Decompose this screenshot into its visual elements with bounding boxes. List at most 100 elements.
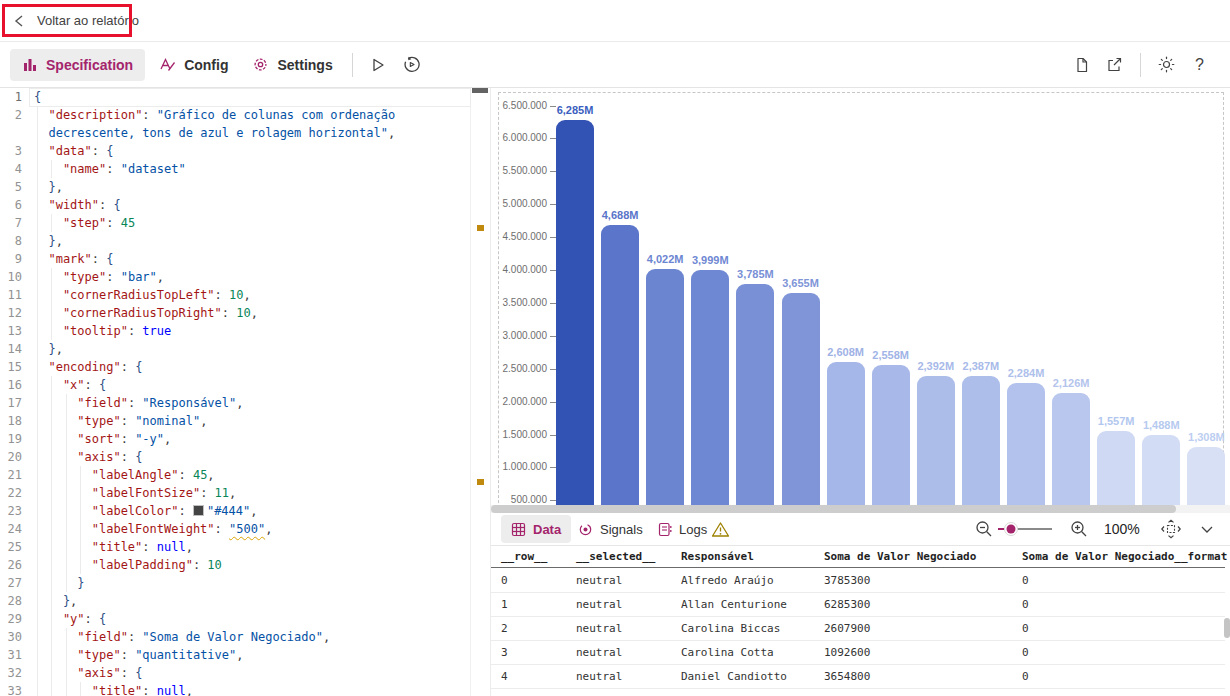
code-text: "type": "nominal", — [34, 412, 207, 430]
tab-data-label: Data — [533, 522, 561, 537]
zoom-slider-icon — [997, 519, 1053, 539]
chart-bar[interactable] — [782, 293, 820, 505]
code-text: "labelFontWeight": "500", — [34, 520, 272, 538]
code-row: 9"mark": { — [0, 250, 490, 268]
code-text: "field": "Soma de Valor Negociado", — [34, 628, 330, 646]
tab-specification[interactable]: Specification — [10, 49, 145, 81]
sun-icon — [1158, 56, 1175, 73]
zoom-out-button[interactable] — [974, 515, 994, 543]
apply-button[interactable] — [362, 49, 395, 81]
tab-logs-label: Logs — [679, 522, 707, 537]
table-row: 3neutralCarolina Cotta10926000 — [491, 640, 1225, 665]
code-text: "sort": "-y", — [34, 430, 171, 448]
bar-value-label: 3,655M — [771, 277, 831, 289]
table-cell: 1092600 — [824, 640, 870, 664]
code-row: 24"labelFontWeight": "500", — [0, 520, 490, 538]
table-cell: Allan Centurione — [681, 592, 787, 616]
bar-value-label: 1,488M — [1131, 419, 1191, 431]
code-text: "axis": { — [34, 448, 142, 466]
zoom-slider[interactable] — [997, 515, 1053, 543]
calligraphy-pen-icon — [159, 56, 176, 73]
y-axis-tick-label: 3.500.000 — [495, 297, 547, 308]
line-number: 7 — [0, 214, 22, 232]
debug-tabbar: Data Signals Logs — [491, 513, 1230, 546]
chart-hscrollbar-track[interactable] — [491, 505, 1230, 513]
code-text: "tooltip": true — [34, 322, 171, 340]
code-text: "labelPadding": 10 — [34, 556, 222, 574]
help-button[interactable]: ? — [1183, 49, 1216, 81]
code-text: "axis": { — [34, 664, 142, 682]
chart-bar[interactable] — [1142, 435, 1180, 505]
line-number: 1 — [0, 88, 22, 106]
y-axis-tick-label: 4.500.000 — [495, 231, 547, 242]
tab-signals[interactable]: Signals — [578, 515, 643, 543]
code-row: 15"encoding": { — [0, 358, 490, 376]
fit-to-view-button[interactable] — [1159, 515, 1183, 543]
code-row: 5}, — [0, 178, 490, 196]
table-cell: 0 — [1022, 664, 1029, 688]
code-row: 7 "step": 45 — [0, 214, 490, 232]
zoom-in-button[interactable] — [1069, 515, 1089, 543]
tab-signals-label: Signals — [600, 522, 643, 537]
code-text: "type": "quantitative", — [34, 646, 244, 664]
line-number: 23 — [0, 502, 22, 520]
line-number: 14 — [0, 340, 22, 358]
chart-bar[interactable] — [691, 270, 729, 505]
code-row: 29"y": { — [0, 610, 490, 628]
code-text: "step": 45 — [34, 214, 135, 232]
chart-bar[interactable] — [962, 376, 1000, 505]
code-text: }, — [34, 592, 77, 610]
new-specification-button[interactable] — [1065, 49, 1098, 81]
table-cell: 3654800 — [824, 664, 870, 688]
chart-bar[interactable] — [1052, 393, 1090, 505]
line-number: 20 — [0, 448, 22, 466]
chart-bar[interactable] — [827, 362, 865, 505]
zoom-level-value: 100% — [1104, 521, 1140, 537]
chart-bar[interactable] — [872, 365, 910, 505]
line-number: 5 — [0, 178, 22, 196]
code-row: 2"description": "Gráfico de colunas com … — [0, 106, 490, 124]
code-row: 22"labelFontSize": 11, — [0, 484, 490, 502]
chart-hscrollbar-thumb[interactable] — [491, 505, 1176, 513]
table-cell: 3785300 — [824, 568, 870, 592]
table-cell: 2607900 — [824, 616, 870, 640]
table-cell: neutral — [576, 616, 622, 640]
code-row: 10"type": "bar", — [0, 268, 490, 286]
line-number: 18 — [0, 412, 22, 430]
chart-bar[interactable] — [1007, 383, 1045, 505]
chart-bar[interactable] — [556, 120, 594, 505]
line-number: 19 — [0, 430, 22, 448]
tab-config[interactable]: Config — [149, 49, 238, 81]
json-code-editor[interactable]: 1{2"description": "Gráfico de colunas co… — [0, 88, 490, 696]
auto-apply-button[interactable] — [395, 49, 428, 81]
chart-bar[interactable] — [917, 376, 955, 505]
zoom-out-icon — [974, 519, 994, 539]
tab-settings[interactable]: Settings — [242, 49, 342, 81]
chart-bar[interactable] — [1187, 447, 1225, 505]
code-row: 28}, — [0, 592, 490, 610]
theme-toggle-button[interactable] — [1150, 49, 1183, 81]
table-cell: neutral — [576, 664, 622, 688]
collapse-panel-button[interactable] — [1199, 515, 1215, 543]
tab-logs[interactable]: Logs — [658, 515, 707, 543]
chart-bar[interactable] — [736, 284, 774, 505]
line-number: 13 — [0, 322, 22, 340]
chart-bar[interactable] — [601, 225, 639, 505]
y-axis-tick-label: 5.000.000 — [495, 198, 547, 209]
toolbar-separator-2 — [1140, 53, 1141, 77]
line-number: 10 — [0, 268, 22, 286]
export-button[interactable] — [1098, 49, 1131, 81]
table-cell: 2 — [501, 616, 508, 640]
bar-value-label: 6,285M — [545, 104, 605, 116]
tab-data[interactable]: Data — [501, 515, 571, 543]
table-vscrollbar-thumb[interactable] — [1224, 618, 1230, 638]
line-number: 4 — [0, 160, 22, 178]
question-mark-icon: ? — [1195, 56, 1204, 74]
table-row: 2neutralCarolina Biccas26079000 — [491, 616, 1225, 641]
line-number: 21 — [0, 466, 22, 484]
chart-bar[interactable] — [1097, 431, 1135, 505]
line-number: 32 — [0, 664, 22, 682]
chart-bar[interactable] — [646, 269, 684, 505]
table-cell: neutral — [576, 592, 622, 616]
y-axis-tick-label: 1.500.000 — [495, 429, 547, 440]
